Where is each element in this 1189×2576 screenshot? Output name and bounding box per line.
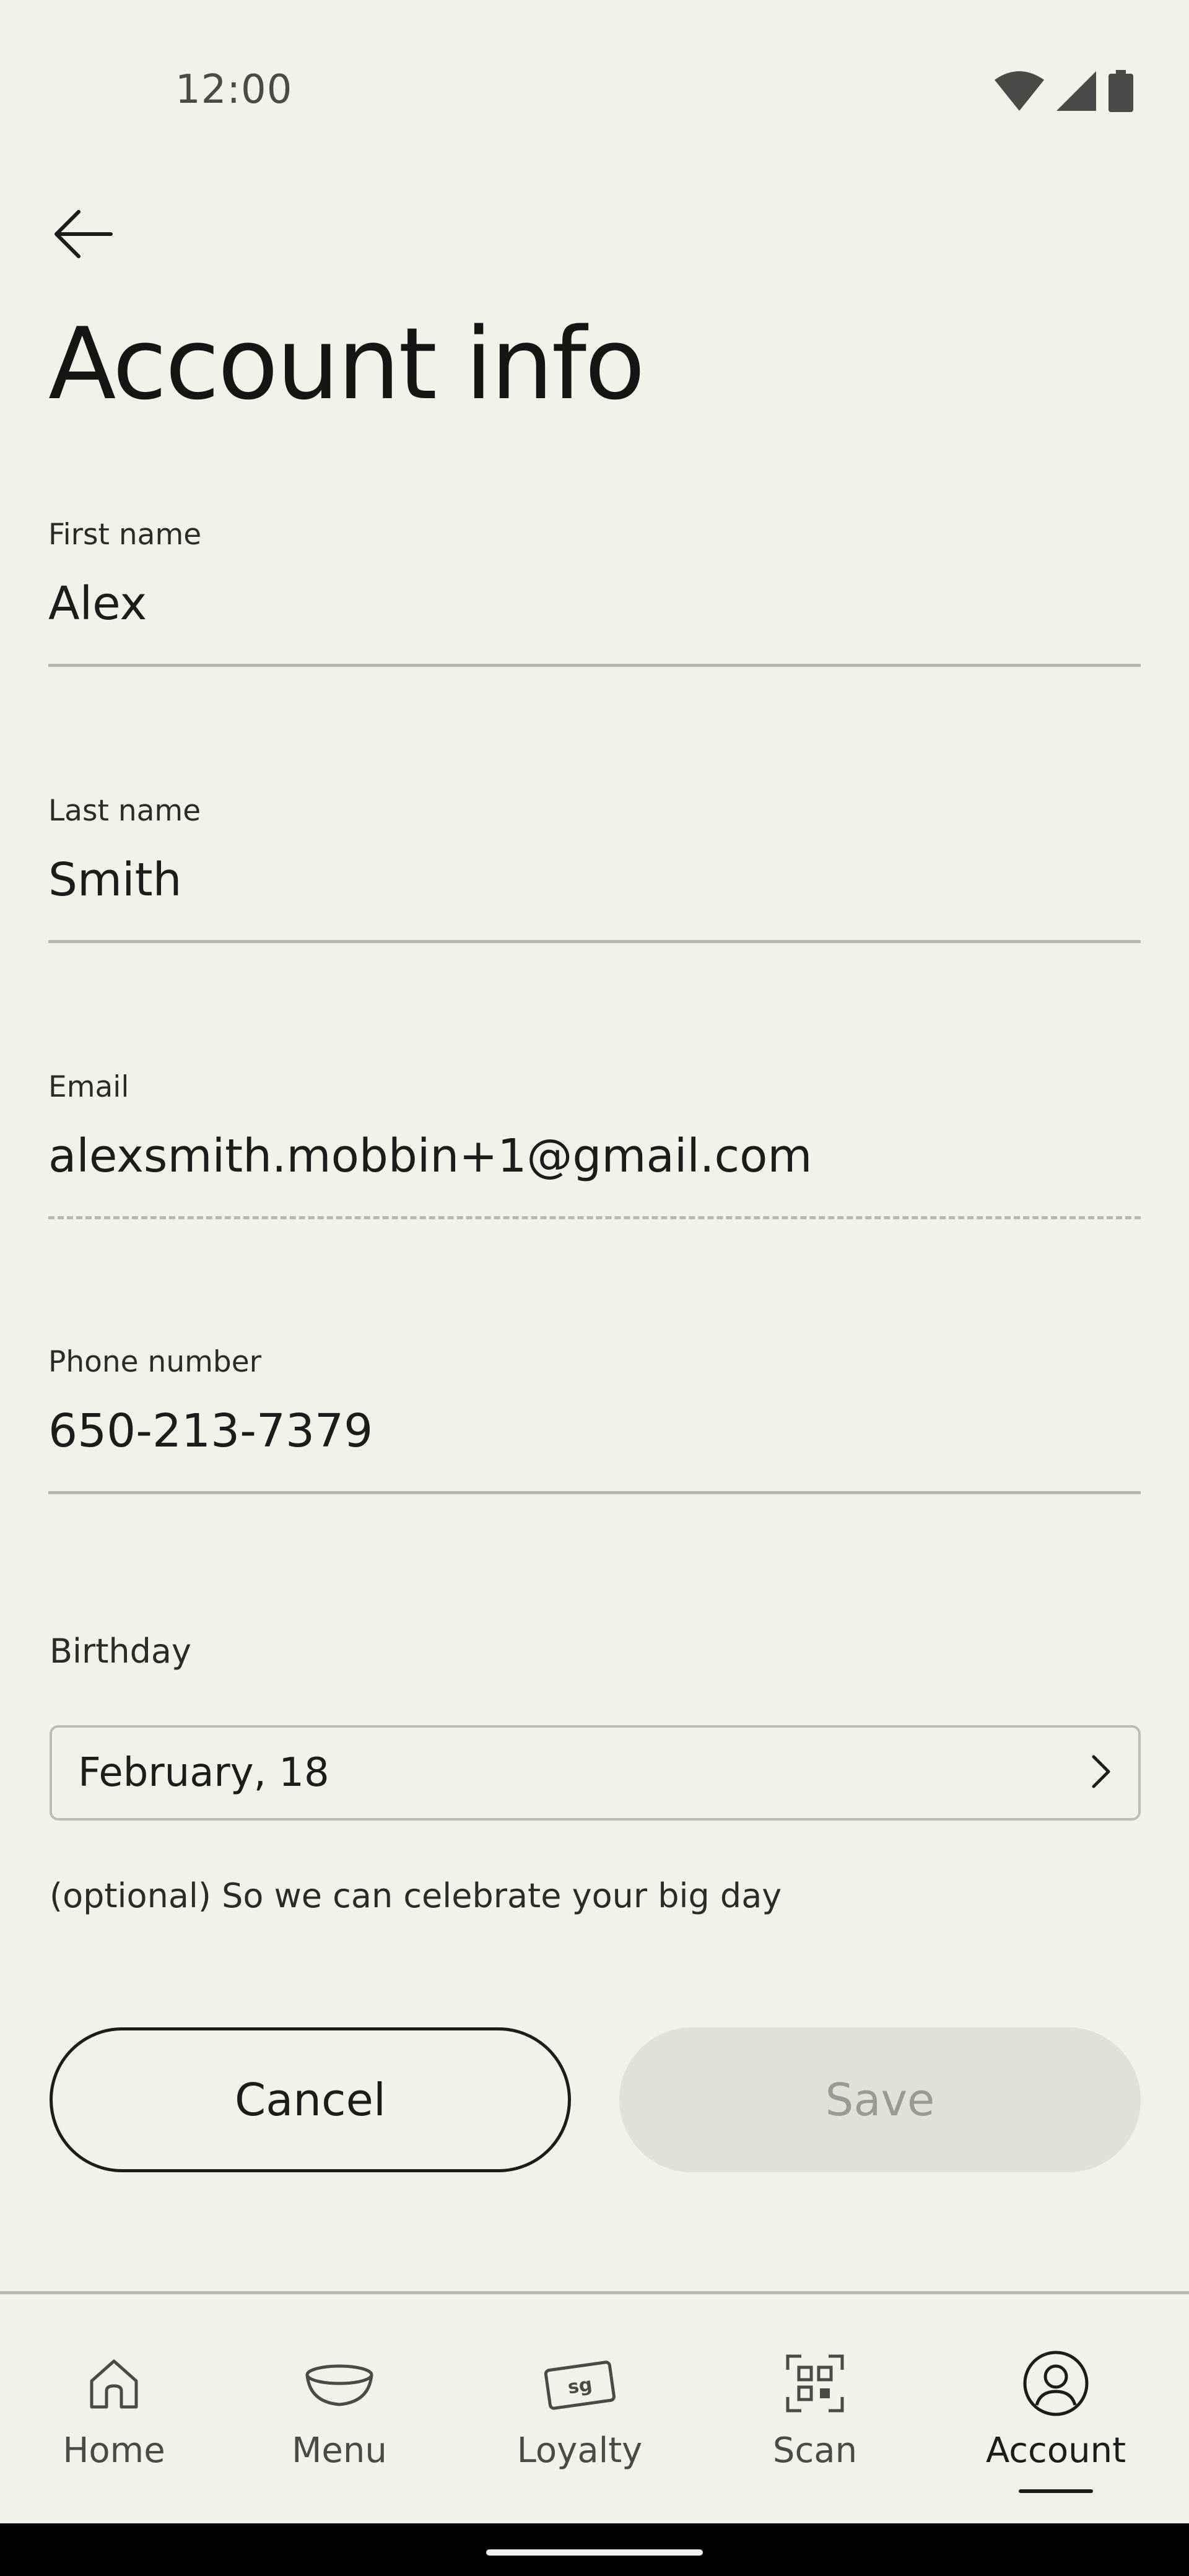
email-field: Email alexsmith.mobbin+1@gmail.com xyxy=(48,1070,1141,1219)
phone-label: Phone number xyxy=(48,1345,261,1379)
page-title: Account info xyxy=(48,306,645,422)
nav-item-loyalty[interactable]: sg Loyalty xyxy=(507,2294,653,2471)
nav-label-menu: Menu xyxy=(292,2430,387,2471)
nav-label-home: Home xyxy=(63,2430,165,2471)
field-underline-dashed xyxy=(48,1216,1141,1219)
email-value: alexsmith.mobbin+1@gmail.com xyxy=(48,1129,812,1183)
save-button[interactable]: Save xyxy=(619,2027,1141,2172)
back-button[interactable] xyxy=(48,204,116,266)
nav-label-scan: Scan xyxy=(772,2430,858,2471)
birthday-select[interactable]: February, 18 xyxy=(50,1725,1141,1821)
nav-label-account: Account xyxy=(985,2430,1126,2471)
birthday-label: Birthday xyxy=(50,1632,191,1671)
email-label: Email xyxy=(48,1070,129,1104)
bowl-icon xyxy=(302,2346,377,2421)
nav-item-account[interactable]: Account xyxy=(978,2294,1133,2493)
account-icon xyxy=(1019,2346,1093,2421)
svg-text:sg: sg xyxy=(567,2374,594,2398)
field-underline xyxy=(48,1491,1141,1494)
phone-input[interactable]: 650-213-7379 xyxy=(48,1404,1141,1459)
birthday-value: February, 18 xyxy=(78,1750,329,1796)
last-name-input[interactable]: Smith xyxy=(48,853,1141,908)
nav-item-home[interactable]: Home xyxy=(53,2294,175,2471)
last-name-label: Last name xyxy=(48,794,201,828)
nav-item-menu[interactable]: Menu xyxy=(279,2294,400,2471)
field-underline xyxy=(48,664,1141,667)
last-name-field[interactable]: Last name Smith xyxy=(48,794,1141,943)
birthday-helper-text: (optional) So we can celebrate your big … xyxy=(50,1876,782,1915)
nav-item-scan[interactable]: Scan xyxy=(754,2294,876,2471)
phone-field[interactable]: Phone number 650-213-7379 xyxy=(48,1345,1141,1494)
home-gesture-handle[interactable] xyxy=(486,2549,703,2556)
qr-scan-icon xyxy=(778,2346,852,2421)
cancel-button[interactable]: Cancel xyxy=(50,2027,571,2172)
battery-icon xyxy=(1108,70,1133,115)
active-indicator xyxy=(1019,2489,1093,2493)
bottom-nav: Home Menu sg Loyalty Scan Account xyxy=(0,2294,1189,2523)
first-name-input[interactable]: Alex xyxy=(48,577,1141,632)
status-icons xyxy=(995,70,1133,115)
first-name-field[interactable]: First name Alex xyxy=(48,518,1141,667)
wifi-icon xyxy=(995,71,1044,113)
signal-icon xyxy=(1056,71,1096,113)
home-icon xyxy=(77,2346,151,2421)
nav-label-loyalty: Loyalty xyxy=(516,2430,643,2471)
field-underline xyxy=(48,940,1141,943)
chevron-right-icon xyxy=(1089,1753,1113,1793)
arrow-left-icon xyxy=(51,209,113,261)
first-name-label: First name xyxy=(48,518,202,552)
status-time: 12:00 xyxy=(175,67,293,113)
loyalty-card-icon: sg xyxy=(542,2346,617,2421)
